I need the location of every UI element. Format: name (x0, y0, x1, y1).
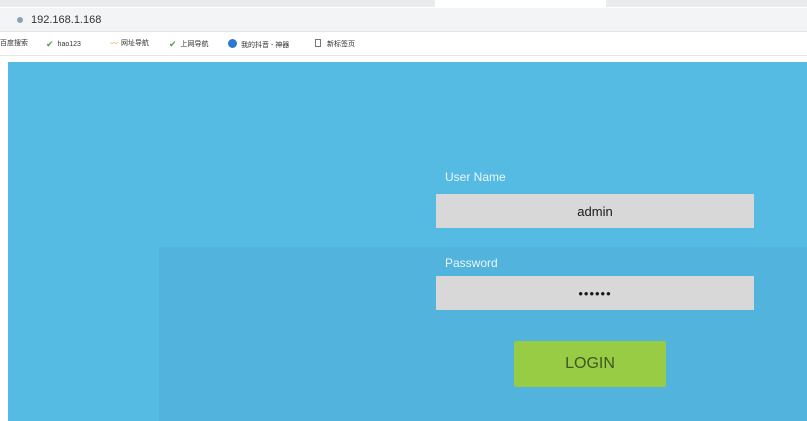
bookmark-site-nav[interactable]: 〰网址导航 (110, 39, 149, 49)
bookmark-new-tab[interactable]: 新标签页 (315, 39, 355, 50)
browser-tab-inactive-right[interactable] (606, 0, 807, 7)
browser-tab-inactive-left[interactable] (0, 0, 435, 7)
bookmark-label: 百度搜索 (0, 40, 28, 47)
page-icon (315, 39, 321, 47)
bookmark-label: 网址导航 (121, 40, 149, 47)
password-input[interactable] (436, 276, 754, 310)
browser-tab-strip (0, 0, 807, 8)
bookmark-douyin[interactable]: 我的抖音 - 神器 (228, 39, 289, 51)
bookmark-baidu[interactable]: 百度搜索 (0, 39, 28, 49)
orange-wave-icon: 〰 (110, 39, 118, 48)
bookmark-label: 上网导航 (180, 41, 209, 48)
site-info-icon[interactable] (17, 17, 23, 23)
bookmark-hao123[interactable]: ✔ hao123 (46, 39, 81, 50)
username-input[interactable] (436, 194, 754, 228)
url-text[interactable]: 192.168.1.168 (31, 13, 101, 27)
bookmarks-bar: 百度搜索 ✔ hao123 〰网址导航 ✔ 上网导航 我的抖音 - 神器 新标签页 (0, 32, 807, 56)
blue-globe-icon (228, 39, 237, 48)
bookmark-web-nav[interactable]: ✔ 上网导航 (169, 39, 209, 50)
bookmark-label: 新标签页 (327, 41, 355, 48)
green-check-icon: ✔ (46, 39, 54, 49)
address-bar[interactable]: 192.168.1.168 (0, 8, 807, 32)
background-panel (159, 247, 807, 421)
bookmark-label: 我的抖音 - 神器 (241, 42, 290, 49)
login-button[interactable]: LOGIN (514, 341, 666, 387)
username-label: User Name (445, 170, 506, 184)
login-page: User Name Password LOGIN (8, 62, 807, 421)
bookmark-label: hao123 (57, 41, 81, 48)
green-check-icon: ✔ (169, 39, 177, 49)
password-label: Password (445, 256, 498, 270)
